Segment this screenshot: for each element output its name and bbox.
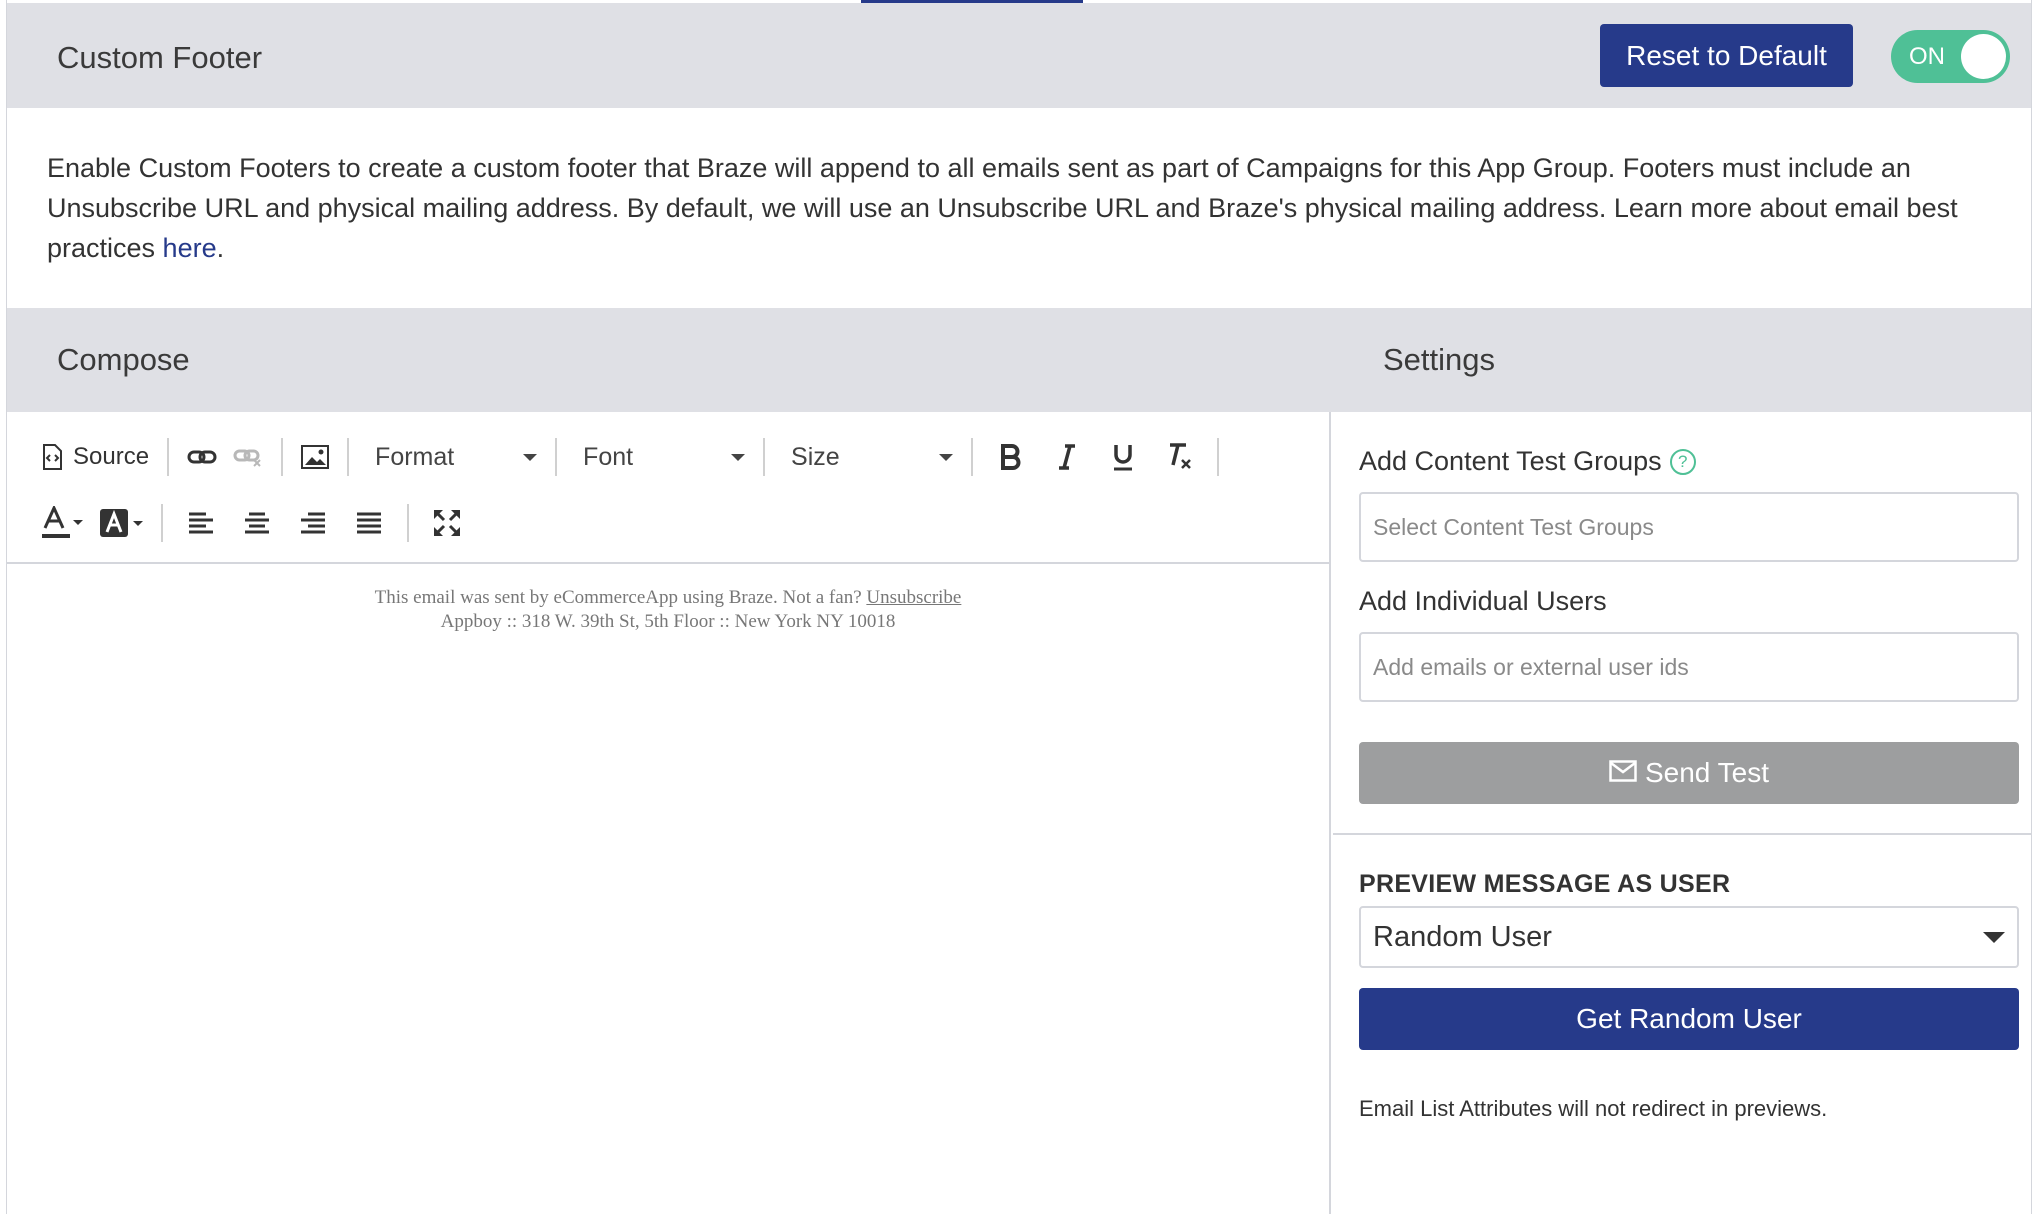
toolbar-row-2 <box>33 498 475 548</box>
settings-panel: Add Content Test Groups? Add Individual … <box>1333 412 2031 1214</box>
chevron-down-icon <box>731 453 746 461</box>
individual-users-label: Add Individual Users <box>1359 586 1607 616</box>
send-test-button[interactable]: Send Test <box>1359 742 2019 804</box>
content-test-groups-input[interactable] <box>1359 492 2019 562</box>
align-right-icon <box>301 512 325 534</box>
custom-footer-page: Custom Footer Reset to Default ON Enable… <box>6 0 2032 1214</box>
unlink-button[interactable] <box>225 432 271 482</box>
justify-icon <box>357 512 381 534</box>
description-suffix: . <box>216 233 225 263</box>
footer-line-1: This email was sent by eCommerceApp usin… <box>7 586 1329 610</box>
footer-editor[interactable]: This email was sent by eCommerceApp usin… <box>7 566 1329 1214</box>
italic-icon <box>1057 444 1077 470</box>
footer-sent-by-text: This email was sent by eCommerceApp usin… <box>374 587 867 608</box>
individual-users-input[interactable] <box>1359 632 2019 702</box>
content-test-groups-label: Add Content Test Groups? <box>1359 446 1696 477</box>
toolbar-separator <box>407 504 409 542</box>
link-button[interactable] <box>179 432 225 482</box>
toolbar-separator <box>1217 438 1220 476</box>
section-header-bar: Compose Settings <box>7 308 2031 412</box>
background-color-button[interactable] <box>91 498 151 548</box>
preview-message-label: PREVIEW MESSAGE AS USER <box>1359 870 1731 898</box>
text-color-icon <box>41 506 83 540</box>
image-button[interactable] <box>293 432 337 482</box>
size-label: Size <box>791 442 840 471</box>
preview-note: Email List Attributes will not redirect … <box>1359 1096 1828 1121</box>
compose-title: Compose <box>57 342 190 377</box>
toolbar-separator <box>555 438 558 476</box>
custom-footer-description: Enable Custom Footers to create a custom… <box>47 148 2007 268</box>
settings-divider <box>1333 833 2031 835</box>
link-icon <box>187 447 217 467</box>
align-right-button[interactable] <box>285 498 341 548</box>
preview-user-selected: Random User <box>1373 920 1552 953</box>
get-random-user-button[interactable]: Get Random User <box>1359 988 2019 1050</box>
underline-icon <box>1112 443 1134 471</box>
reset-to-default-button[interactable]: Reset to Default <box>1600 24 1853 87</box>
content-test-groups-text: Add Content Test Groups <box>1359 446 1662 476</box>
preview-user-select[interactable]: Random User <box>1359 906 2019 968</box>
source-icon <box>41 444 63 470</box>
custom-footer-toggle[interactable]: ON <box>1891 30 2010 83</box>
font-label: Font <box>583 442 634 471</box>
page-title: Custom Footer <box>57 40 263 75</box>
toolbar-separator <box>763 438 766 476</box>
maximize-icon <box>433 509 461 537</box>
editor-toolbar: Source Format Font Size <box>7 412 1329 564</box>
bold-button[interactable] <box>983 432 1039 482</box>
source-label: Source <box>73 443 150 470</box>
best-practices-link[interactable]: here <box>163 233 217 263</box>
chevron-down-icon <box>939 453 954 461</box>
compose-panel: Source Format Font Size This email was s… <box>7 412 1331 1214</box>
justify-button[interactable] <box>341 498 397 548</box>
remove-format-button[interactable] <box>1151 432 1207 482</box>
align-center-icon <box>245 512 269 534</box>
format-label: Format <box>375 442 455 471</box>
toolbar-separator <box>161 504 163 542</box>
image-icon <box>301 445 330 469</box>
text-color-button[interactable] <box>33 498 91 548</box>
source-button[interactable]: Source <box>33 432 157 482</box>
background-color-icon <box>99 508 143 538</box>
underline-button[interactable] <box>1095 432 1151 482</box>
send-test-label: Send Test <box>1644 757 1770 788</box>
envelope-icon <box>1609 757 1645 789</box>
unlink-icon <box>233 446 263 468</box>
maximize-button[interactable] <box>419 498 475 548</box>
italic-button[interactable] <box>1039 432 1095 482</box>
font-dropdown[interactable]: Font <box>567 432 753 482</box>
toolbar-separator <box>347 438 350 476</box>
size-dropdown[interactable]: Size <box>775 432 961 482</box>
chevron-down-icon <box>523 453 538 461</box>
format-dropdown[interactable]: Format <box>359 432 545 482</box>
toolbar-separator <box>281 438 284 476</box>
footer-preview-content: This email was sent by eCommerceApp usin… <box>7 586 1329 634</box>
bold-icon <box>1000 444 1022 470</box>
toggle-state-label: ON <box>1909 43 1945 70</box>
remove-format-icon <box>1165 442 1193 472</box>
align-left-button[interactable] <box>173 498 229 548</box>
toggle-knob <box>1961 34 2006 79</box>
footer-address: Appboy :: 318 W. 39th St, 5th Floor :: N… <box>440 611 896 632</box>
toolbar-row-1: Source Format Font Size <box>33 432 1229 482</box>
align-center-button[interactable] <box>229 498 285 548</box>
settings-title: Settings <box>1383 342 1496 377</box>
chevron-down-icon <box>1983 931 2005 943</box>
toolbar-separator <box>167 438 170 476</box>
custom-footer-header: Custom Footer Reset to Default ON <box>7 3 2031 108</box>
align-left-icon <box>189 512 213 534</box>
unsubscribe-link[interactable]: Unsubscribe <box>866 587 961 608</box>
description-text: Enable Custom Footers to create a custom… <box>47 153 1958 263</box>
help-icon[interactable]: ? <box>1669 449 1696 475</box>
toolbar-separator <box>971 438 974 476</box>
